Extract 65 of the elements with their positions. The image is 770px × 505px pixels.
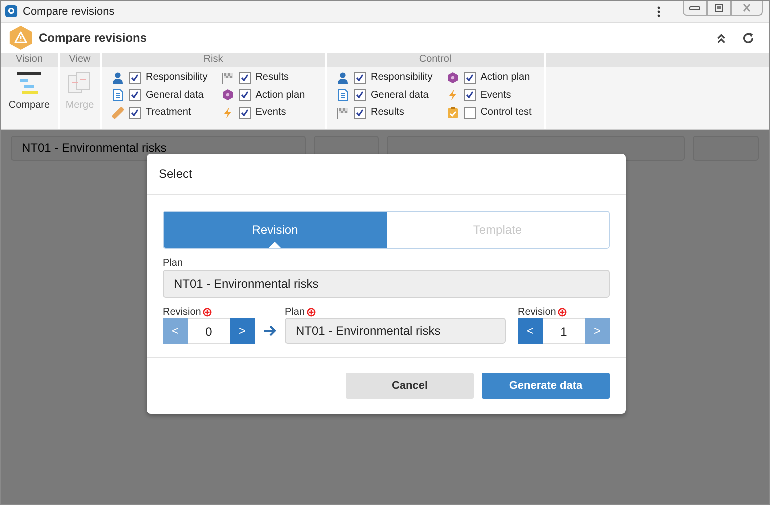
option-label: Responsibility [371, 72, 433, 84]
field-label: Plan [163, 258, 184, 268]
field-label: Plan [285, 306, 306, 318]
generate-button[interactable]: Generate data [482, 373, 610, 399]
hexagon-icon [222, 89, 234, 102]
group-title: Risk [102, 53, 325, 67]
more-icon[interactable] [657, 6, 661, 18]
plan-field[interactable]: NT01 - Environmental risks [285, 318, 506, 344]
checkbox[interactable] [129, 106, 141, 119]
collapse-icon[interactable] [715, 32, 728, 44]
checkered-flag-icon [222, 72, 234, 84]
tab[interactable]: Revision [164, 212, 386, 248]
restore-icon [712, 4, 726, 12]
checkbox[interactable] [464, 89, 476, 102]
option-label: General data [371, 90, 429, 101]
option-label: General data [146, 90, 204, 101]
checkbox[interactable] [129, 72, 141, 84]
minimize-button[interactable] [683, 1, 707, 16]
lightning-icon [222, 106, 234, 119]
lightning-icon [446, 89, 459, 102]
previous-button[interactable]: < [518, 318, 543, 344]
window-title: Compare revisions [23, 6, 116, 18]
document-icon [337, 89, 349, 102]
next-button[interactable]: > [230, 318, 255, 344]
hexagon-icon [446, 72, 459, 84]
option-label: Control test [480, 107, 532, 118]
person-icon [337, 72, 349, 84]
clipboard-icon [446, 106, 459, 119]
plan-field[interactable]: NT01 - Environmental risks [163, 270, 610, 298]
option-label: Events [256, 107, 286, 118]
checkered-flag-icon [337, 106, 349, 119]
restore-button[interactable] [707, 1, 731, 16]
checkbox[interactable] [354, 89, 366, 102]
checkbox[interactable] [464, 72, 476, 84]
checkbox[interactable] [354, 72, 366, 84]
option-label: Results [256, 72, 290, 84]
refresh-icon[interactable] [742, 32, 755, 44]
option-label: Responsibility [146, 72, 208, 84]
field-label: Revision [518, 306, 556, 318]
page-title: Compare revisions [39, 31, 148, 45]
field-label: Revision [163, 306, 202, 318]
checkbox[interactable] [238, 72, 251, 84]
dialog-title: Select [147, 154, 626, 195]
checkbox[interactable] [354, 106, 366, 119]
group-title: View [60, 53, 100, 67]
timeline-icon [16, 71, 42, 97]
checkbox[interactable] [129, 89, 141, 102]
checkbox[interactable] [464, 106, 476, 119]
checkbox[interactable] [238, 89, 251, 102]
option-label: Action plan [480, 72, 530, 84]
group-title: Vision [1, 53, 58, 67]
option-label: Action plan [256, 90, 306, 101]
checkbox[interactable] [238, 106, 251, 119]
option-label: Treatment [146, 107, 192, 118]
person-icon [112, 72, 124, 84]
cancel-button[interactable]: Cancel [346, 373, 474, 399]
group-title: Control [327, 53, 544, 67]
warning-icon [9, 25, 33, 51]
option-label: Events [480, 90, 512, 101]
document-icon [112, 89, 124, 102]
bandage-icon [112, 106, 124, 119]
option-label: Results [371, 107, 404, 118]
app-icon [5, 5, 18, 18]
minimize-icon [688, 4, 702, 12]
arrow-right-icon [263, 325, 277, 337]
